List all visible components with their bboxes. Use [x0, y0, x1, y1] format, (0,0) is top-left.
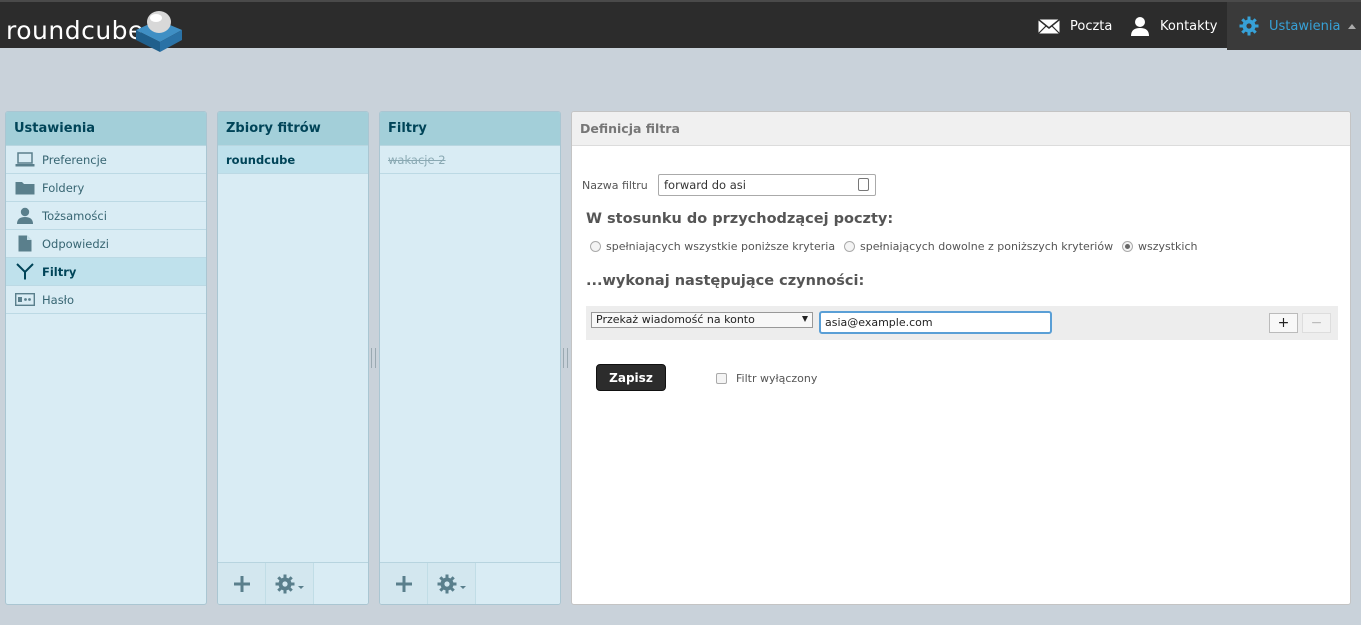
radio-circle[interactable] [590, 241, 601, 252]
filter-name-input[interactable] [658, 174, 876, 196]
action-type-value: Przekaż wiadomość na konto [596, 313, 755, 326]
settings-item-label: Hasło [42, 292, 74, 307]
panel-splitter[interactable] [563, 348, 568, 368]
settings-item-label: Tożsamości [42, 208, 107, 223]
settings-item-folders[interactable]: Foldery [6, 174, 206, 202]
checkbox-box[interactable] [716, 373, 727, 384]
nav-contacts-label: Kontakty [1160, 18, 1218, 34]
filter-sets-footer [218, 562, 368, 604]
filter-form: Nazwa filtru W stosunku do przychodzącej… [572, 147, 1350, 604]
settings-item-filters[interactable]: Filtry [6, 258, 206, 286]
settings-panel-title: Ustawienia [6, 112, 206, 146]
nav-settings[interactable]: Ustawienia [1227, 2, 1361, 50]
action-row: Przekaż wiadomość na konto asia@example.… [586, 306, 1338, 340]
radio-label: wszystkich [1138, 240, 1198, 253]
nav-contacts[interactable]: Kontakty [1118, 2, 1229, 50]
person-icon [14, 207, 36, 225]
filter-definition-title: Definicja filtra [572, 112, 1350, 146]
filter-set-item[interactable]: roundcube [218, 146, 368, 174]
radio-circle[interactable] [844, 241, 855, 252]
password-icon [14, 291, 36, 309]
add-filter-set-button[interactable] [218, 563, 266, 604]
caret-up-icon[interactable] [1348, 24, 1356, 29]
plus-icon: + [1277, 315, 1290, 331]
folder-icon [14, 179, 36, 197]
logo-text: roundcube [6, 16, 144, 45]
gear-icon [1239, 16, 1259, 36]
settings-item-responses[interactable]: Odpowiedzi [6, 230, 206, 258]
settings-item-preferences[interactable]: Preferencje [6, 146, 206, 174]
plus-icon [395, 576, 412, 592]
envelope-icon [1038, 18, 1060, 34]
document-icon [14, 235, 36, 253]
filter-disabled-checkbox[interactable]: Filtr wyłączony [716, 372, 817, 385]
person-icon [1131, 17, 1149, 36]
roundcube-logo[interactable]: roundcube [6, 6, 186, 52]
radio-label: spełniających dowolne z poniższych kryte… [860, 240, 1114, 253]
filter-disabled-label: Filtr wyłączony [736, 372, 818, 385]
match-any-radio[interactable]: spełniających dowolne z poniższych kryte… [844, 240, 1113, 253]
filter-set-actions-button[interactable] [266, 563, 314, 604]
forward-address-input[interactable]: asia@example.com [819, 311, 1052, 334]
settings-panel: Ustawienia Preferencje Foldery Tożsamośc… [5, 111, 207, 605]
filter-set-label: roundcube [226, 152, 296, 167]
dropdown-arrow-icon [802, 316, 808, 322]
radio-label: spełniających wszystkie poniższe kryteri… [606, 240, 836, 253]
match-all-radio[interactable]: spełniających wszystkie poniższe kryteri… [590, 240, 835, 253]
filter-icon [14, 263, 36, 281]
forward-address-value: asia@example.com [825, 316, 933, 329]
logo-cube-icon [136, 11, 182, 52]
nav-settings-label: Ustawienia [1269, 18, 1341, 34]
filters-footer [380, 562, 560, 604]
match-everything-radio[interactable]: wszystkich [1122, 240, 1198, 253]
radio-circle[interactable] [1122, 241, 1133, 252]
remove-action-button[interactable]: − [1302, 313, 1331, 333]
filter-definition-panel: Definicja filtra Nazwa filtru W stosunku… [571, 111, 1351, 605]
filter-name-label: Nazwa filtru [582, 179, 648, 192]
settings-item-label: Odpowiedzi [42, 236, 109, 251]
filter-sets-title: Zbiory fitrów [218, 112, 368, 146]
incoming-mail-heading: W stosunku do przychodzącej poczty: [586, 211, 894, 227]
laptop-icon [14, 151, 36, 169]
filter-item-label: wakacje 2 [388, 152, 446, 167]
settings-item-password[interactable]: Hasło [6, 286, 206, 314]
settings-item-identities[interactable]: Tożsamości [6, 202, 206, 230]
plus-icon [233, 576, 250, 592]
contact-card-icon [858, 178, 869, 191]
save-button-label: Zapisz [609, 370, 653, 385]
filters-title: Filtry [380, 112, 560, 146]
panel-splitter[interactable] [371, 348, 376, 368]
settings-item-label: Preferencje [42, 152, 107, 167]
filter-item[interactable]: wakacje 2 [380, 146, 560, 174]
gear-icon [275, 574, 304, 594]
nav-mail[interactable]: Poczta [1026, 2, 1124, 50]
settings-item-label: Foldery [42, 180, 85, 195]
top-bar: roundcube Poczta Kontakty Ustawienia [0, 0, 1361, 52]
settings-item-label: Filtry [42, 264, 77, 279]
nav-mail-label: Poczta [1070, 18, 1113, 34]
action-type-select[interactable]: Przekaż wiadomość na konto [591, 312, 813, 328]
save-button[interactable]: Zapisz [596, 364, 666, 391]
add-action-button[interactable]: + [1269, 313, 1298, 333]
filter-actions-button[interactable] [428, 563, 476, 604]
filter-sets-panel: Zbiory fitrów roundcube [217, 111, 369, 605]
add-filter-button[interactable] [380, 563, 428, 604]
filters-panel: Filtry wakacje 2 [379, 111, 561, 605]
gear-icon [437, 574, 466, 594]
minus-icon: − [1310, 315, 1323, 331]
actions-heading: ...wykonaj następujące czynności: [586, 273, 865, 289]
